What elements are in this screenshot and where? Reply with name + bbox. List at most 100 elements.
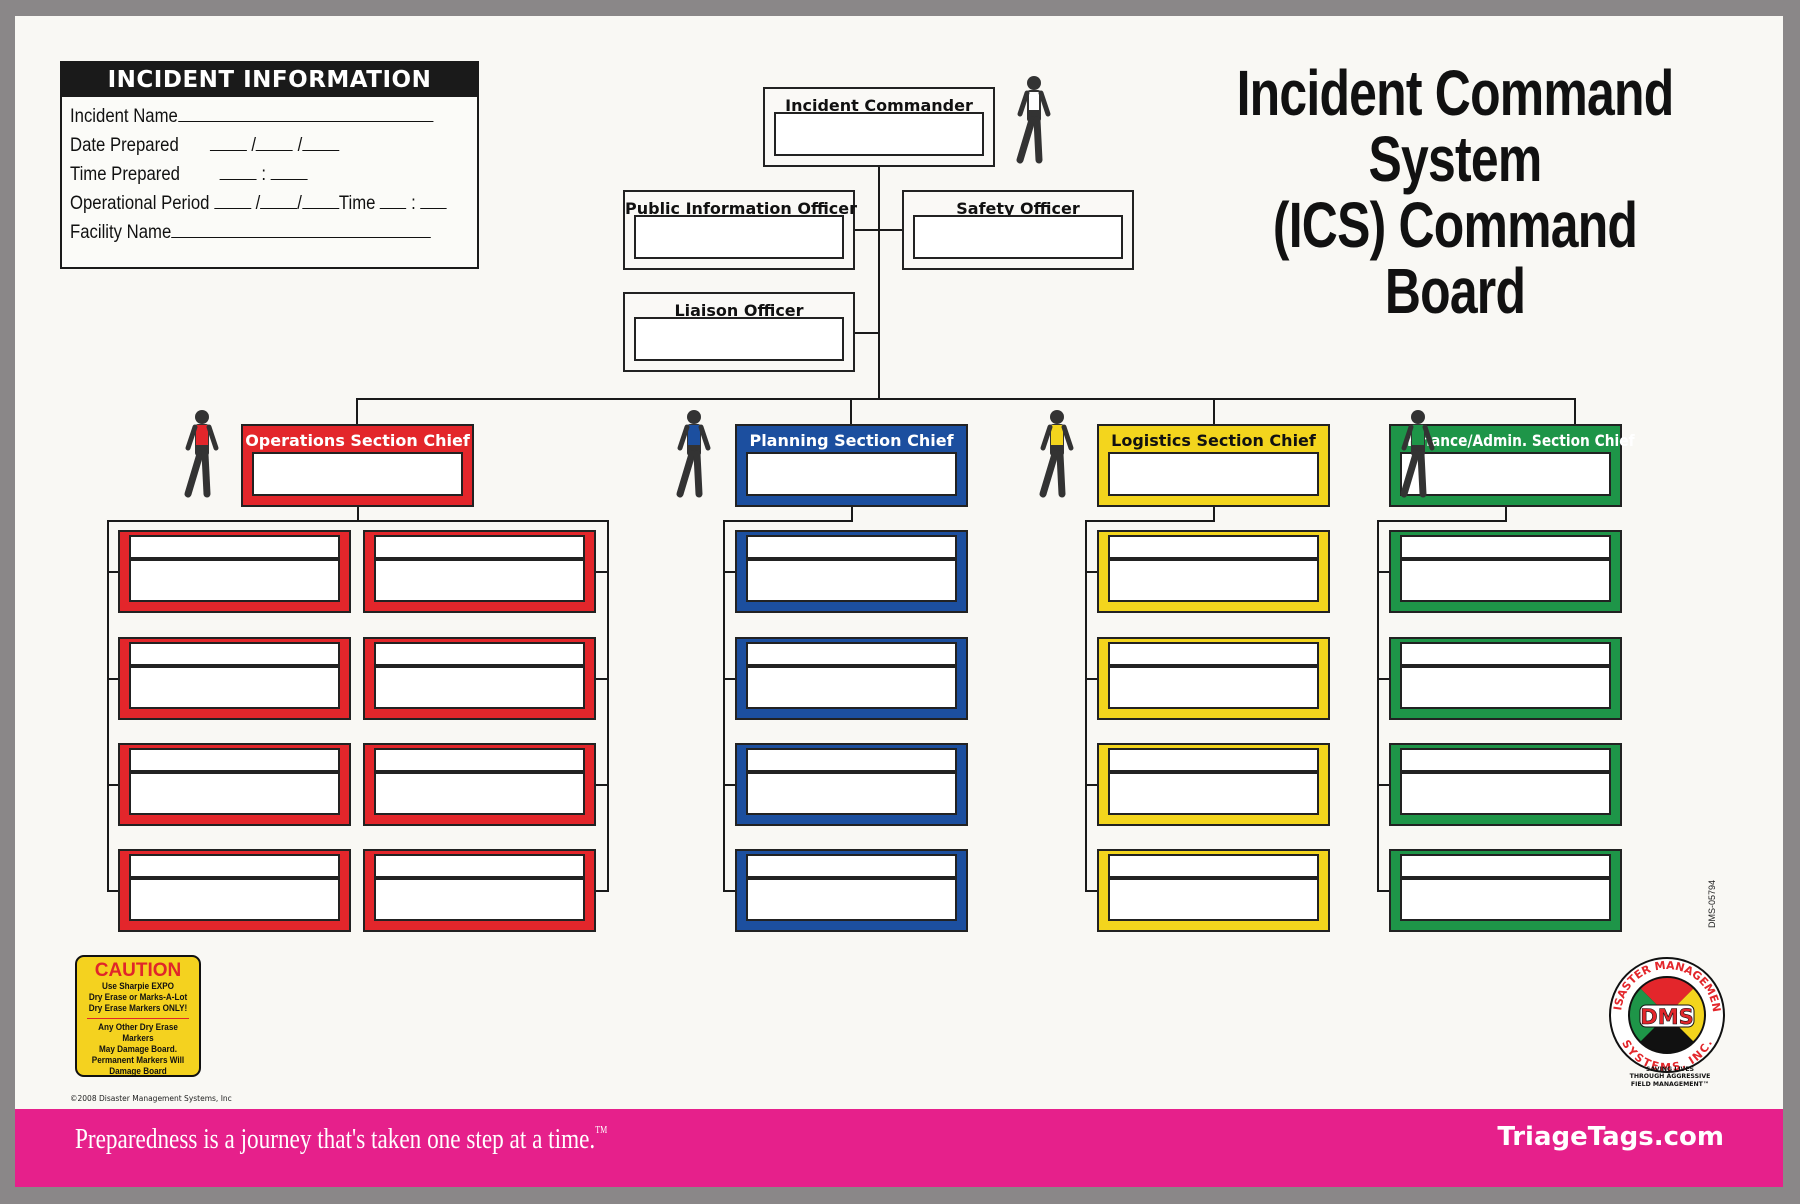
operational-period-field[interactable]: Operational Period / / Time :	[70, 192, 447, 215]
planning-unit-title-field[interactable]	[746, 535, 957, 559]
finance-unit-tick-line	[1377, 678, 1389, 680]
liaison-connector	[855, 332, 879, 334]
operations-unit-name-field[interactable]	[374, 772, 585, 815]
planning-unit-name-field[interactable]	[746, 878, 957, 921]
logistics-unit-name-field[interactable]	[1108, 772, 1319, 815]
liaison-officer-box: Liaison Officer	[623, 292, 855, 372]
operations-unit-box	[118, 743, 351, 826]
operations-unit-tick-line	[107, 890, 118, 892]
finance-unit-title-field[interactable]	[1400, 535, 1611, 559]
planning-unit-title-field[interactable]	[746, 642, 957, 666]
general-staff-bus-line	[356, 398, 1576, 400]
website-link[interactable]: TriageTags.com	[1497, 1122, 1724, 1152]
operations-unit-title-field[interactable]	[374, 535, 585, 559]
finance-unit-name-field[interactable]	[1400, 666, 1611, 709]
planning-bracket-top-line	[723, 520, 853, 522]
person-icon-incident-commander	[1016, 76, 1051, 164]
finance-unit-box	[1389, 849, 1622, 932]
operations-unit-title-field[interactable]	[129, 535, 340, 559]
operations-unit-name-field[interactable]	[129, 878, 340, 921]
logistics-unit-box	[1097, 743, 1330, 826]
finance-unit-name-field[interactable]	[1400, 559, 1611, 602]
logistics-unit-name-field[interactable]	[1108, 559, 1319, 602]
finance-unit-title-field[interactable]	[1400, 642, 1611, 666]
facility-name-field[interactable]: Facility Name	[70, 221, 431, 244]
logistics-section-chief-box: Logistics Section Chief	[1097, 424, 1330, 507]
operations-unit-tick-line	[107, 784, 118, 786]
finance-unit-title-field[interactable]	[1400, 748, 1611, 772]
operations-section-chief-label: Operations Section Chief	[245, 431, 470, 450]
logistics-unit-title-field[interactable]	[1108, 535, 1319, 559]
operations-section-chief-name-field[interactable]	[252, 452, 463, 496]
logistics-unit-title-field[interactable]	[1108, 748, 1319, 772]
product-code: DMS-05794	[1707, 879, 1717, 928]
finance-unit-tick-line	[1377, 890, 1389, 892]
safety-officer-name-field[interactable]	[913, 215, 1123, 259]
operations-unit-title-field[interactable]	[129, 642, 340, 666]
planning-unit-tick-line	[723, 571, 735, 573]
planning-unit-tick-line	[723, 784, 735, 786]
copyright-text: ©2008 Disaster Management Systems, Inc	[70, 1094, 232, 1103]
planning-section-chief-name-field[interactable]	[746, 452, 957, 496]
finance-unit-name-field[interactable]	[1400, 772, 1611, 815]
operations-unit-tick-line	[107, 678, 118, 680]
operations-unit-title-field[interactable]	[374, 854, 585, 878]
operations-unit-name-field[interactable]	[374, 559, 585, 602]
logistics-unit-title-field[interactable]	[1108, 854, 1319, 878]
operations-unit-title-field[interactable]	[374, 642, 585, 666]
operations-unit-name-field[interactable]	[129, 666, 340, 709]
operations-bracket-top-right-line	[357, 520, 609, 522]
incident-commander-name-field[interactable]	[774, 112, 984, 156]
finance-unit-tick-line	[1377, 571, 1389, 573]
svg-text:DMS: DMS	[1640, 1005, 1693, 1029]
planning-section-chief-label: Planning Section Chief	[749, 431, 954, 450]
finance-unit-box	[1389, 530, 1622, 613]
planning-unit-title-field[interactable]	[746, 854, 957, 878]
planning-unit-name-field[interactable]	[746, 772, 957, 815]
operations-unit-name-field[interactable]	[374, 666, 585, 709]
footer-slogan: Preparedness is a journey that's taken o…	[75, 1123, 608, 1155]
safety-officer-box: Safety Officer	[902, 190, 1134, 270]
operations-unit-title-field[interactable]	[374, 748, 585, 772]
planning-unit-title-field[interactable]	[746, 748, 957, 772]
logistics-unit-tick-line	[1085, 678, 1097, 680]
finance-unit-box	[1389, 743, 1622, 826]
date-prepared-field[interactable]: Date Prepared / /	[70, 134, 340, 157]
person-icon-finance	[1400, 410, 1435, 498]
board-title: Incident Command System (ICS) Command Bo…	[1236, 57, 1675, 327]
finance-bracket-vertical-line	[1377, 520, 1379, 892]
logistics-unit-box	[1097, 637, 1330, 720]
planning-unit-box	[735, 530, 968, 613]
incident-name-field[interactable]: Incident Name	[70, 105, 434, 128]
time-prepared-field[interactable]: Time Prepared :	[70, 163, 308, 186]
operations-unit-box	[118, 637, 351, 720]
pio-name-field[interactable]	[634, 215, 844, 259]
operations-drop-line	[356, 398, 358, 425]
logistics-section-chief-name-field[interactable]	[1108, 452, 1319, 496]
liaison-officer-name-field[interactable]	[634, 317, 844, 361]
operations-unit-tick-line	[596, 678, 607, 680]
logistics-unit-name-field[interactable]	[1108, 666, 1319, 709]
operations-unit-title-field[interactable]	[129, 748, 340, 772]
logistics-section-chief-label: Logistics Section Chief	[1111, 431, 1316, 450]
operations-unit-box	[363, 637, 596, 720]
planning-unit-name-field[interactable]	[746, 559, 957, 602]
planning-unit-tick-line	[723, 890, 735, 892]
incident-commander-box: Incident Commander	[763, 87, 995, 167]
logistics-unit-tick-line	[1085, 890, 1097, 892]
operations-unit-tick-line	[107, 571, 118, 573]
operations-unit-title-field[interactable]	[129, 854, 340, 878]
logistics-drop-line	[1213, 398, 1215, 425]
logistics-unit-title-field[interactable]	[1108, 642, 1319, 666]
operations-unit-name-field[interactable]	[129, 772, 340, 815]
operations-unit-name-field[interactable]	[129, 559, 340, 602]
dms-logo: DISASTER MANAGEMENT SYSTEMS, INC. DMS	[1607, 955, 1725, 1074]
planning-unit-name-field[interactable]	[746, 666, 957, 709]
finance-unit-title-field[interactable]	[1400, 854, 1611, 878]
operations-bracket-top-line	[107, 520, 359, 522]
operations-unit-name-field[interactable]	[374, 878, 585, 921]
finance-unit-name-field[interactable]	[1400, 878, 1611, 921]
operations-section-chief-box: Operations Section Chief	[241, 424, 474, 507]
logistics-unit-name-field[interactable]	[1108, 878, 1319, 921]
public-information-officer-box: Public Information Officer	[623, 190, 857, 270]
